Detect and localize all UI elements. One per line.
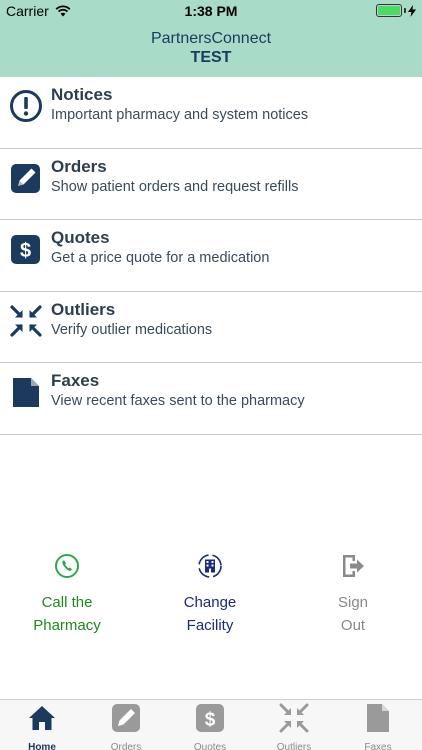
arrows-in-icon: [10, 304, 42, 337]
menu-item-orders[interactable]: Orders Show patient orders and request r…: [0, 149, 422, 220]
menu-item-title: Orders: [51, 156, 107, 176]
tab-label: Home: [28, 742, 56, 750]
change-label-line2: Facility: [186, 617, 234, 634]
phone-icon: [55, 554, 79, 578]
arrows-in-icon: [279, 703, 309, 733]
change-facility-button[interactable]: Change Facility: [150, 552, 270, 637]
call-label-line1: Call the: [41, 594, 93, 611]
tab-faxes[interactable]: Faxes: [336, 703, 420, 750]
pencil-icon: [112, 704, 140, 732]
menu-item-title: Notices: [51, 85, 113, 104]
menu-item-outliers[interactable]: Outliers Verify outlier medications: [0, 292, 422, 363]
home-icon: [29, 706, 55, 730]
dollar-icon: $: [196, 704, 224, 732]
menu-item-faxes[interactable]: Faxes View recent faxes sent to the phar…: [0, 363, 422, 435]
menu-item-quotes[interactable]: $ Quotes Get a price quote for a medicat…: [0, 220, 422, 292]
status-bar: Carrier 1:38 PM: [0, 0, 422, 22]
building-icon: [198, 554, 222, 578]
charging-icon: [408, 4, 416, 17]
nav-header: PartnersConnect TEST: [0, 22, 422, 77]
change-label-line1: Change: [183, 594, 237, 611]
menu-item-subtitle: Important pharmacy and system notices: [51, 107, 309, 123]
tab-label: Outliers: [276, 742, 312, 750]
tab-quotes[interactable]: $ Quotes: [168, 703, 252, 750]
menu-item-subtitle: Show patient orders and request refills: [51, 178, 299, 195]
tab-home[interactable]: Home: [0, 703, 84, 750]
menu-item-title: Quotes: [51, 228, 110, 247]
menu-item-title: Faxes: [51, 371, 100, 390]
environment-label: TEST: [190, 49, 232, 66]
tab-outliers[interactable]: Outliers: [252, 703, 336, 750]
app-title: PartnersConnect: [150, 30, 272, 47]
sign-out-label-line1: Sign: [337, 594, 369, 611]
main-menu: Notices Important pharmacy and system no…: [0, 77, 422, 435]
battery-indicator: [376, 4, 416, 17]
call-label-line2: Pharmacy: [33, 617, 101, 634]
call-pharmacy-button[interactable]: Call the Pharmacy: [7, 552, 127, 637]
quick-actions: Call the Pharmacy Change Facility Sign O…: [0, 552, 422, 642]
tab-bar: Home Orders $ Quotes Outliers Faxes: [0, 699, 422, 750]
sign-out-label-line2: Out: [340, 617, 366, 634]
tab-label: Quotes: [193, 742, 227, 750]
menu-item-title: Outliers: [51, 299, 116, 319]
dollar-icon: $: [11, 235, 40, 264]
tab-orders[interactable]: Orders: [84, 703, 168, 750]
battery-icon: [376, 4, 402, 17]
status-time: 1:38 PM: [184, 3, 238, 19]
document-icon: [367, 704, 389, 732]
svg-text:$: $: [20, 240, 31, 262]
document-icon: [13, 378, 39, 407]
menu-item-subtitle: Verify outlier medications: [51, 321, 213, 338]
menu-item-subtitle: Get a price quote for a medication: [51, 250, 270, 266]
menu-item-subtitle: View recent faxes sent to the pharmacy: [51, 393, 305, 409]
svg-text:$: $: [205, 710, 216, 731]
tab-label: Faxes: [364, 742, 392, 750]
exclamation-circle-icon: [10, 90, 42, 122]
tab-label: Orders: [110, 742, 142, 750]
sign-out-icon: [343, 555, 364, 577]
menu-item-notices[interactable]: Notices Important pharmacy and system no…: [0, 77, 422, 149]
pencil-square-icon: [11, 163, 40, 193]
sign-out-button[interactable]: Sign Out: [293, 552, 413, 637]
